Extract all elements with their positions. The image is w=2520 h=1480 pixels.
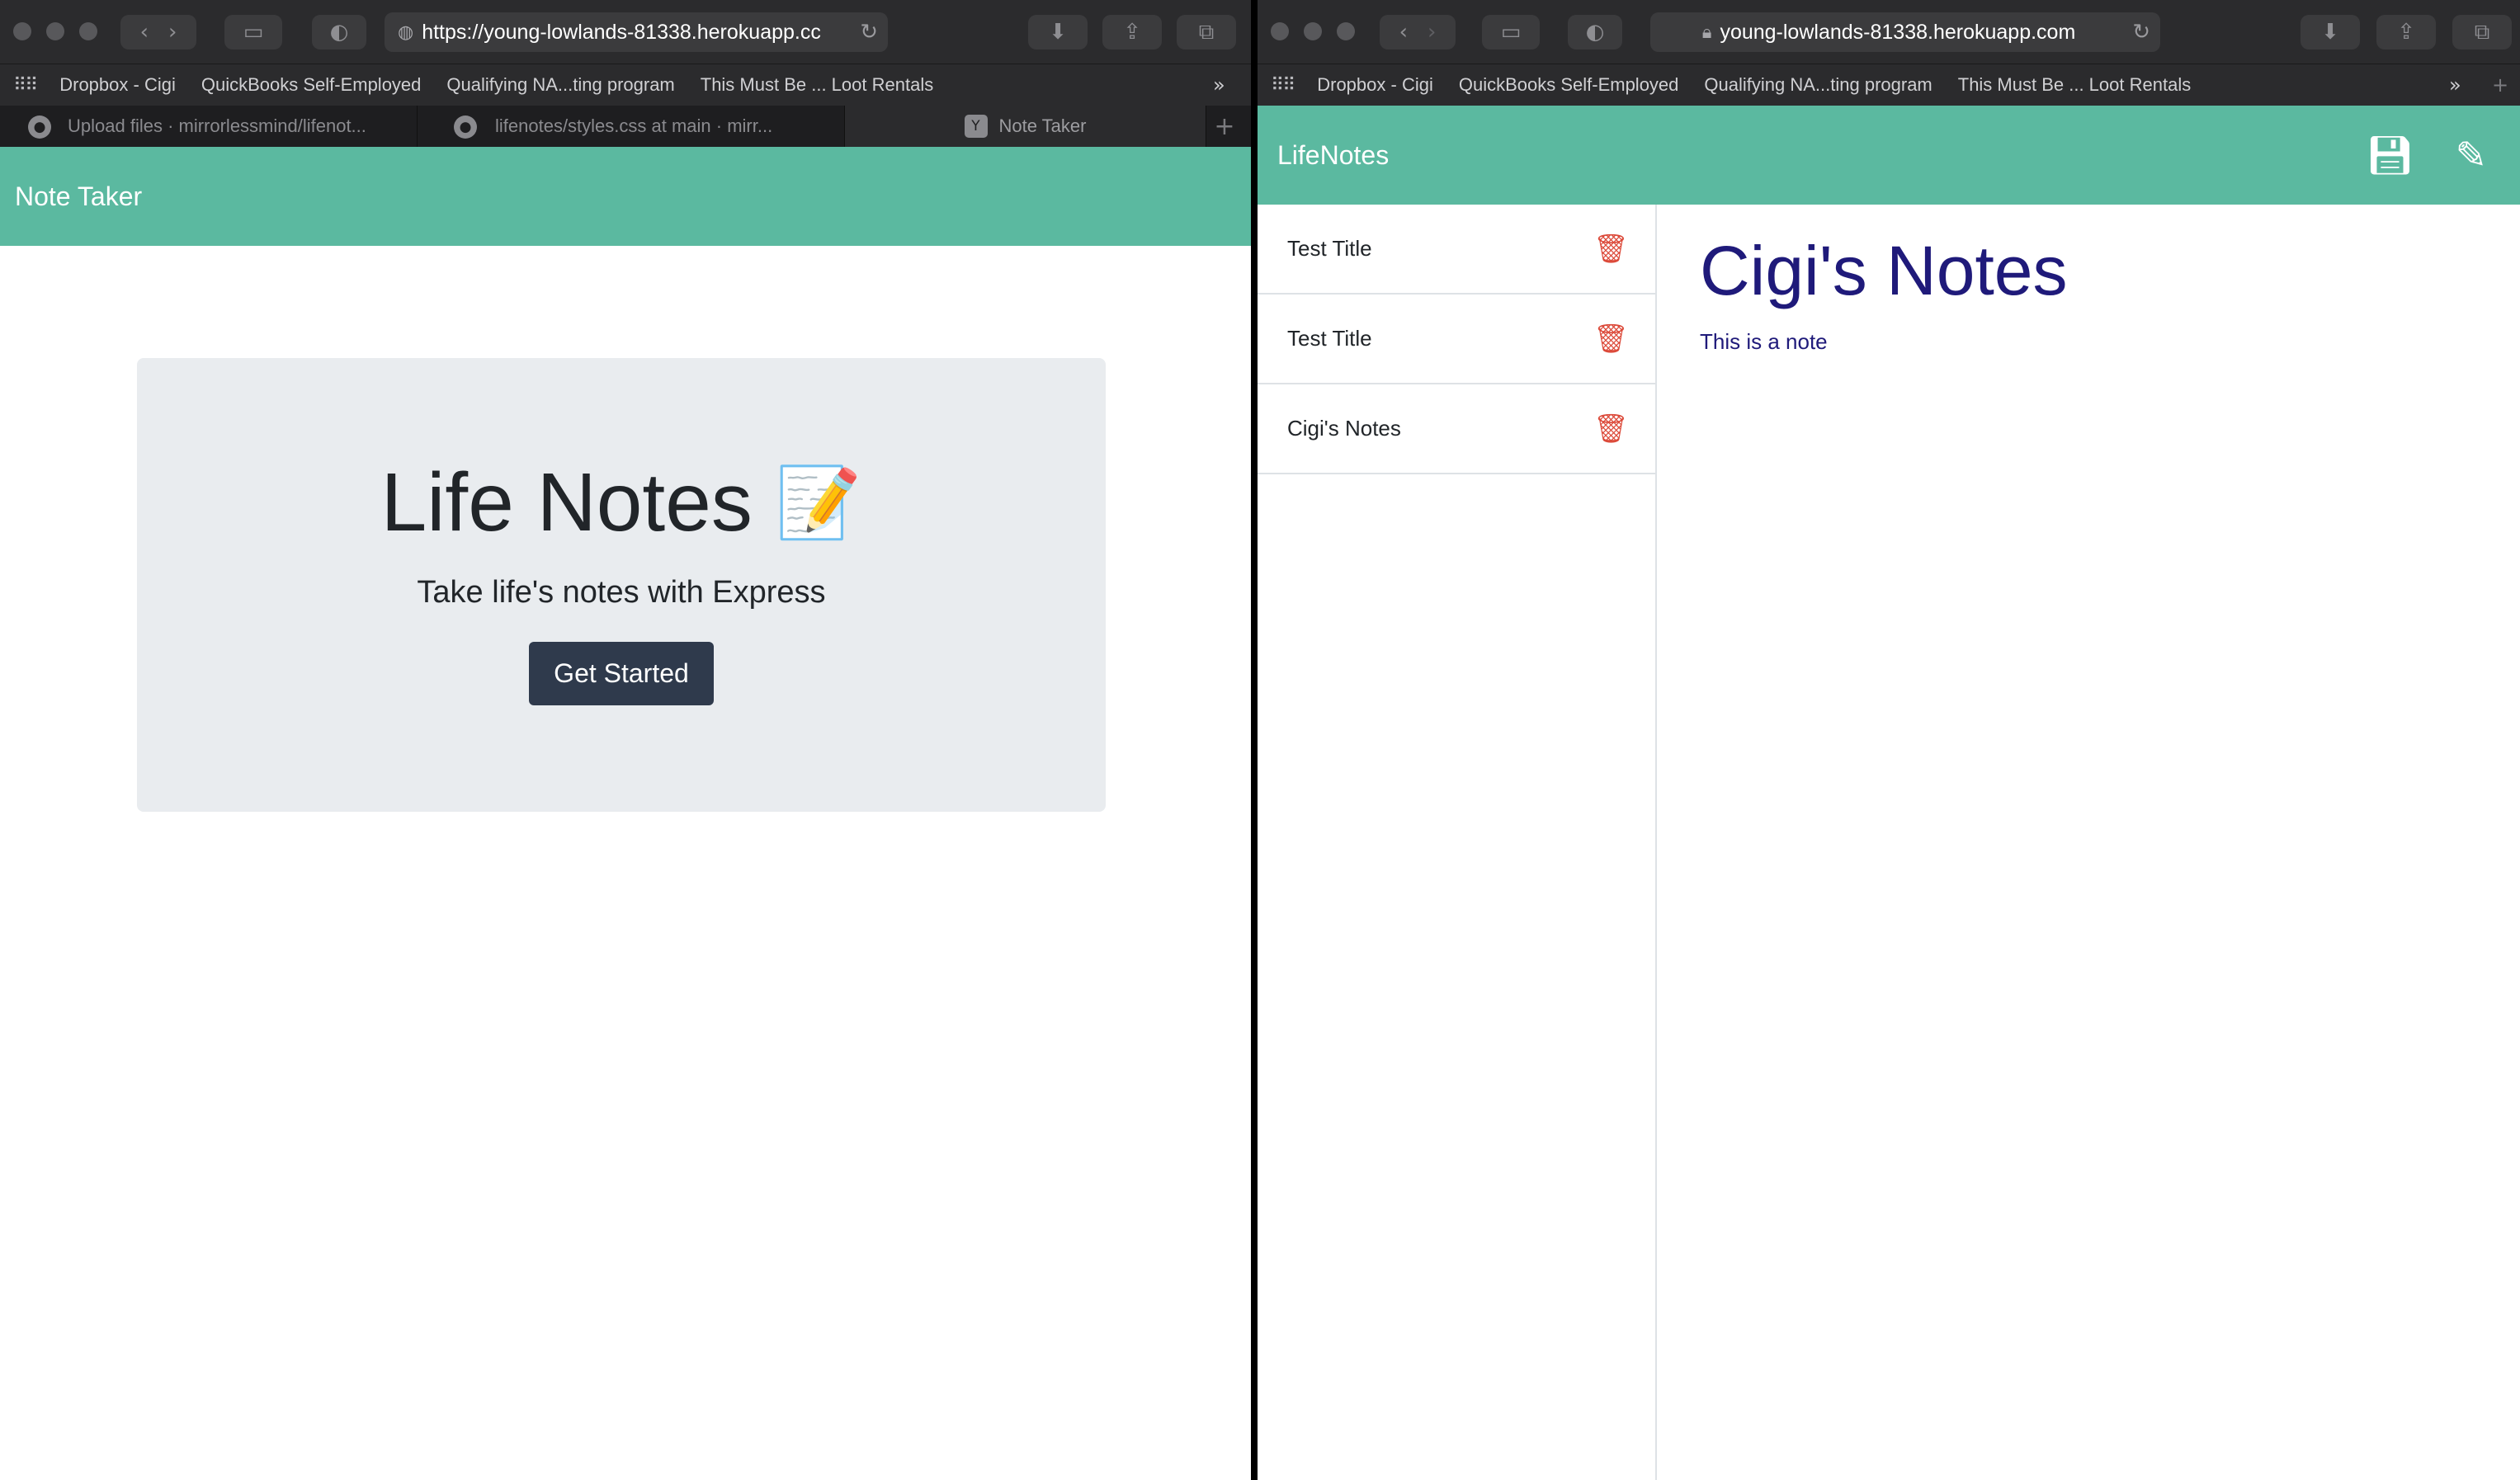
list-item[interactable]: Test Title 🗑︎ — [1258, 295, 1655, 384]
back-forward-group: ‹ › — [1380, 15, 1456, 49]
apps-grid-icon[interactable]: ⠿⠿ — [1271, 75, 1295, 96]
bookmark-item[interactable]: Qualifying NA...ting program — [1704, 74, 1932, 96]
url-text: https://young-lowlands-81338.herokuapp.c… — [422, 20, 821, 44]
note-item-title: Test Title — [1287, 326, 1372, 351]
hero-title: Life Notes — [380, 456, 753, 549]
back-icon[interactable]: ‹ — [1399, 20, 1408, 45]
list-item[interactable]: Test Title 🗑︎ — [1258, 205, 1655, 295]
more-bookmarks-icon[interactable]: » — [2449, 73, 2461, 97]
bookmarks-bar: ⠿⠿ Dropbox - Cigi QuickBooks Self-Employ… — [1258, 64, 2520, 106]
tab-note-taker[interactable]: Y Note Taker — [845, 106, 1206, 147]
tab-label: Note Taker — [998, 115, 1087, 136]
bookmark-item[interactable]: Dropbox - Cigi — [1317, 74, 1433, 96]
minimize-window-button[interactable] — [46, 22, 64, 40]
note-list: Test Title 🗑︎ Test Title 🗑︎ Cigi's Notes… — [1258, 205, 1657, 1480]
bookmark-item[interactable]: Dropbox - Cigi — [59, 74, 176, 96]
save-icon[interactable]: 💾︎ — [2366, 135, 2414, 175]
download-icon[interactable]: ⬇ — [1028, 15, 1088, 49]
right-browser-window: ‹ › ▭ ◐ 🔒︎ young-lowlands-81338.herokuap… — [1258, 0, 2520, 1480]
bookmark-item[interactable]: Qualifying NA...ting program — [446, 74, 674, 96]
address-bar[interactable]: ◍ https://young-lowlands-81338.herokuapp… — [385, 12, 888, 52]
trash-icon[interactable]: 🗑︎ — [1593, 233, 1629, 266]
zoom-window-button[interactable] — [1337, 22, 1355, 40]
more-bookmarks-icon[interactable]: » — [1213, 73, 1225, 97]
note-item-title: Test Title — [1287, 236, 1372, 261]
site-favicon-icon: Y — [964, 115, 988, 138]
reload-icon[interactable]: ↻ — [2132, 20, 2150, 45]
note-editor: Cigi's Notes This is a note — [1700, 231, 2068, 355]
list-item[interactable]: Cigi's Notes 🗑︎ — [1258, 384, 1655, 474]
forward-icon[interactable]: › — [1428, 20, 1436, 45]
hero-jumbotron: Life Notes 📝 Take life's notes with Expr… — [137, 358, 1106, 812]
address-bar[interactable]: 🔒︎ young-lowlands-81338.herokuapp.com ↻ — [1650, 12, 2160, 52]
github-icon: ● — [28, 115, 51, 139]
trash-icon[interactable]: 🗑︎ — [1593, 412, 1629, 445]
trash-icon[interactable]: 🗑︎ — [1593, 323, 1629, 356]
tab-label: lifenotes/styles.css at main · mirr... — [495, 115, 773, 136]
bookmark-item[interactable]: QuickBooks Self-Employed — [1459, 74, 1679, 96]
lock-icon: 🔒︎ — [1701, 21, 1712, 43]
navbar-actions: 💾︎ ✎ — [2366, 135, 2487, 175]
share-icon[interactable]: ⇪ — [1102, 15, 1162, 49]
tab-styles-css[interactable]: ● lifenotes/styles.css at main · mirr... — [418, 106, 845, 147]
note-text-field[interactable]: This is a note — [1700, 329, 2068, 355]
get-started-button[interactable]: Get Started — [529, 642, 714, 705]
tab-bar: ● Upload files · mirrorlessmind/lifenot.… — [0, 106, 1251, 147]
hero-title-row: Life Notes 📝 — [137, 455, 1106, 550]
tab-label: Upload files · mirrorlessmind/lifenot... — [68, 115, 366, 136]
navbar-brand[interactable]: LifeNotes — [1277, 140, 1389, 171]
note-item-title: Cigi's Notes — [1287, 416, 1401, 441]
new-tab-icon[interactable]: + — [2492, 73, 2508, 97]
close-window-button[interactable] — [1271, 22, 1289, 40]
minimize-window-button[interactable] — [1304, 22, 1322, 40]
sidebar-icon[interactable]: ▭ — [224, 15, 282, 49]
reload-icon[interactable]: ↻ — [860, 20, 878, 45]
bookmark-item[interactable]: This Must Be ... Loot Rentals — [701, 74, 933, 96]
left-browser-window: ‹ › ▭ ◐ ◍ https://young-lowlands-81338.h… — [0, 0, 1251, 1480]
app-navbar: LifeNotes 💾︎ ✎ — [1258, 106, 2520, 205]
browser-toolbar: ‹ › ▭ ◐ ◍ https://young-lowlands-81338.h… — [0, 0, 1251, 64]
hero-subtitle: Take life's notes with Express — [417, 575, 826, 610]
pencil-icon[interactable]: ✎ — [2455, 135, 2487, 175]
bookmarks-bar: ⠿⠿ Dropbox - Cigi QuickBooks Self-Employ… — [0, 64, 1251, 106]
shield-icon[interactable]: ◐ — [1568, 15, 1622, 49]
bookmark-item[interactable]: QuickBooks Self-Employed — [201, 74, 422, 96]
sidebar-icon[interactable]: ▭ — [1482, 15, 1540, 49]
tab-upload-files[interactable]: ● Upload files · mirrorlessmind/lifenot.… — [0, 106, 418, 147]
memo-icon: 📝 — [775, 462, 862, 543]
note-title-field[interactable]: Cigi's Notes — [1700, 231, 2068, 311]
zoom-window-button[interactable] — [79, 22, 97, 40]
share-icon[interactable]: ⇪ — [2376, 15, 2436, 49]
globe-icon: ◍ — [398, 21, 414, 43]
apps-grid-icon[interactable]: ⠿⠿ — [13, 75, 38, 96]
app-navbar: Note Taker — [0, 147, 1251, 246]
tabs-icon[interactable]: ⧉ — [1177, 15, 1236, 49]
download-icon[interactable]: ⬇ — [2301, 15, 2360, 49]
forward-icon[interactable]: › — [168, 20, 177, 45]
tabs-icon[interactable]: ⧉ — [2452, 15, 2512, 49]
back-icon[interactable]: ‹ — [140, 20, 149, 45]
shield-icon[interactable]: ◐ — [312, 15, 366, 49]
close-window-button[interactable] — [13, 22, 31, 40]
browser-toolbar: ‹ › ▭ ◐ 🔒︎ young-lowlands-81338.herokuap… — [1258, 0, 2520, 64]
url-text: young-lowlands-81338.herokuapp.com — [1720, 20, 2076, 44]
new-tab-button[interactable]: + — [1206, 106, 1243, 147]
navbar-brand[interactable]: Note Taker — [15, 181, 142, 212]
back-forward-group: ‹ › — [120, 15, 196, 49]
github-icon: ● — [454, 115, 477, 139]
bookmark-item[interactable]: This Must Be ... Loot Rentals — [1958, 74, 2191, 96]
